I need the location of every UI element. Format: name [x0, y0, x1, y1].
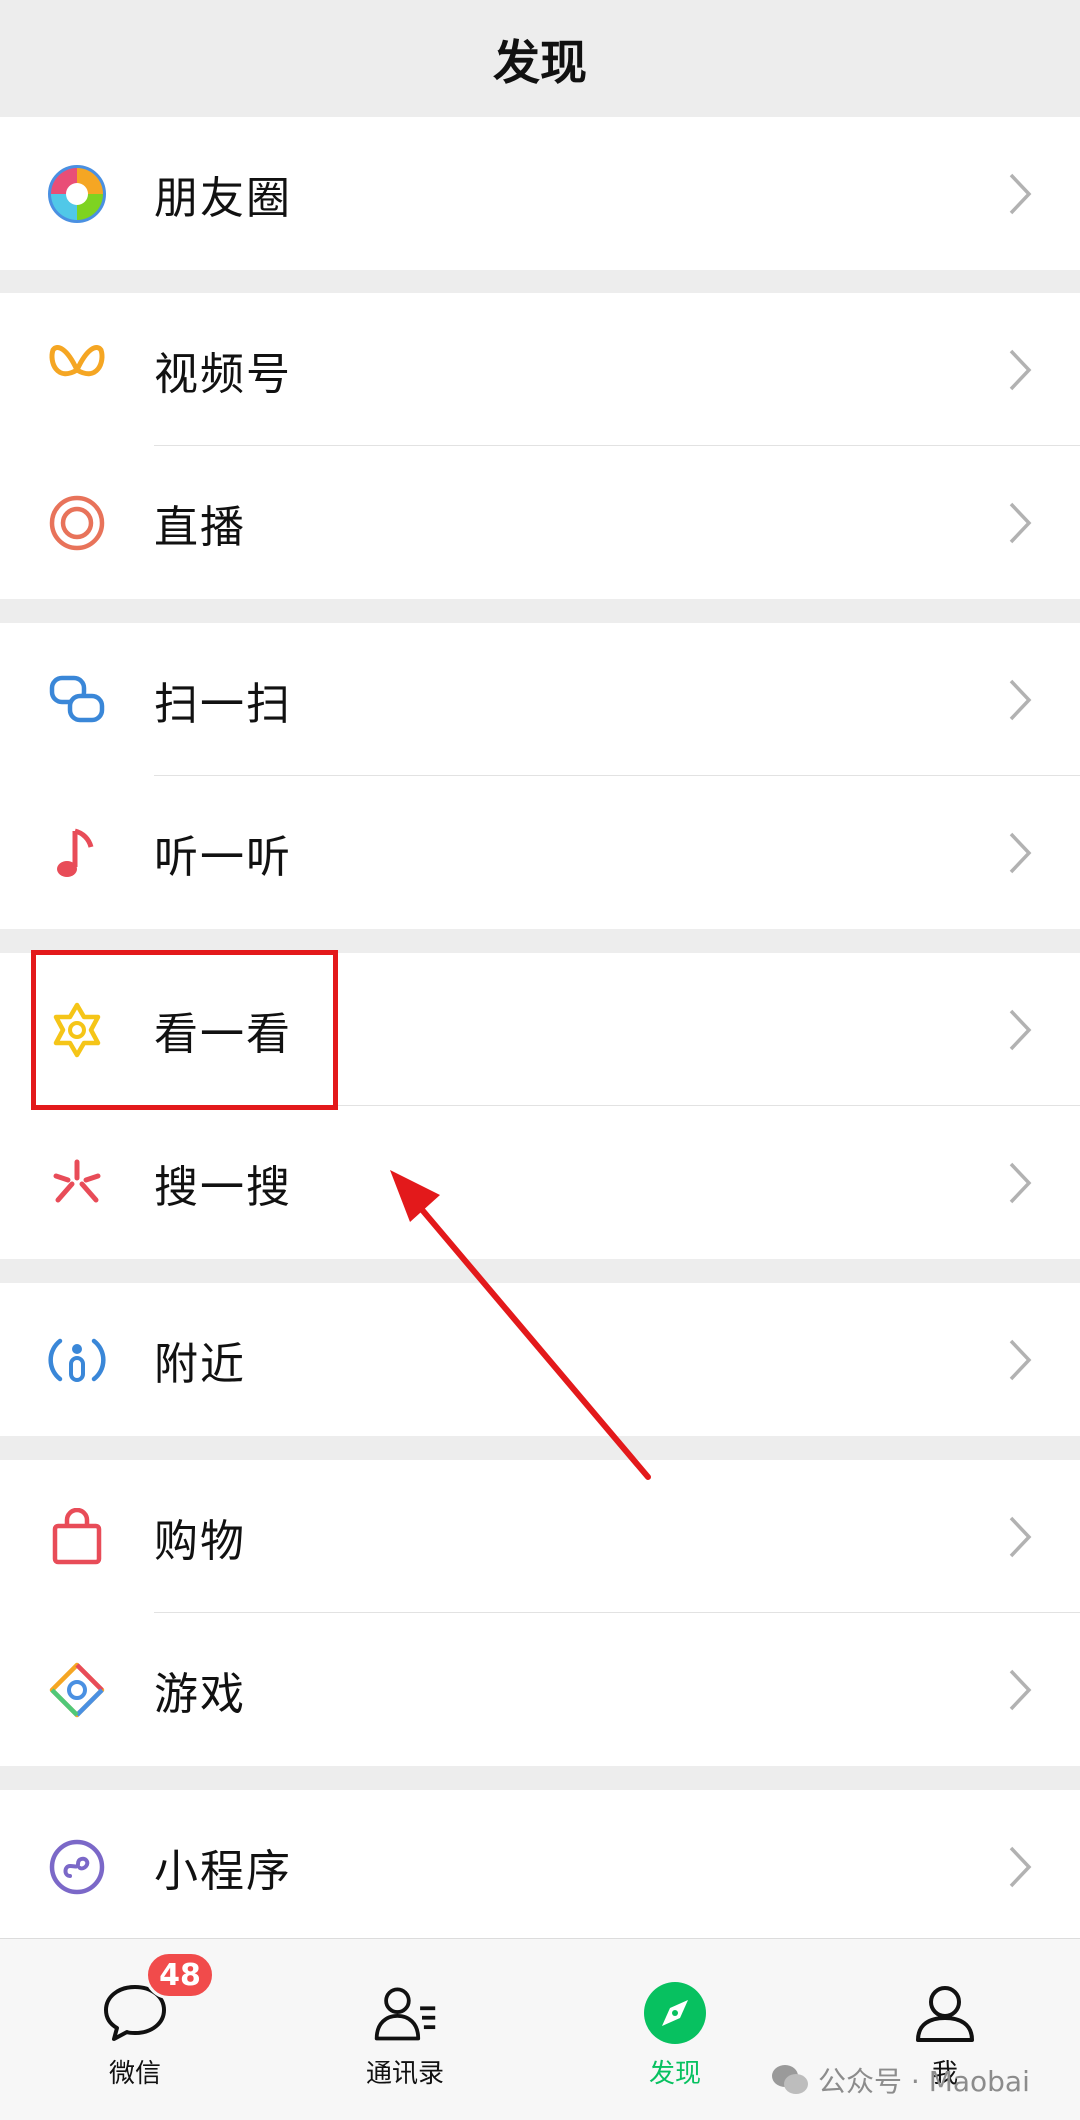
red-arrow-annotation: [390, 1170, 651, 1480]
